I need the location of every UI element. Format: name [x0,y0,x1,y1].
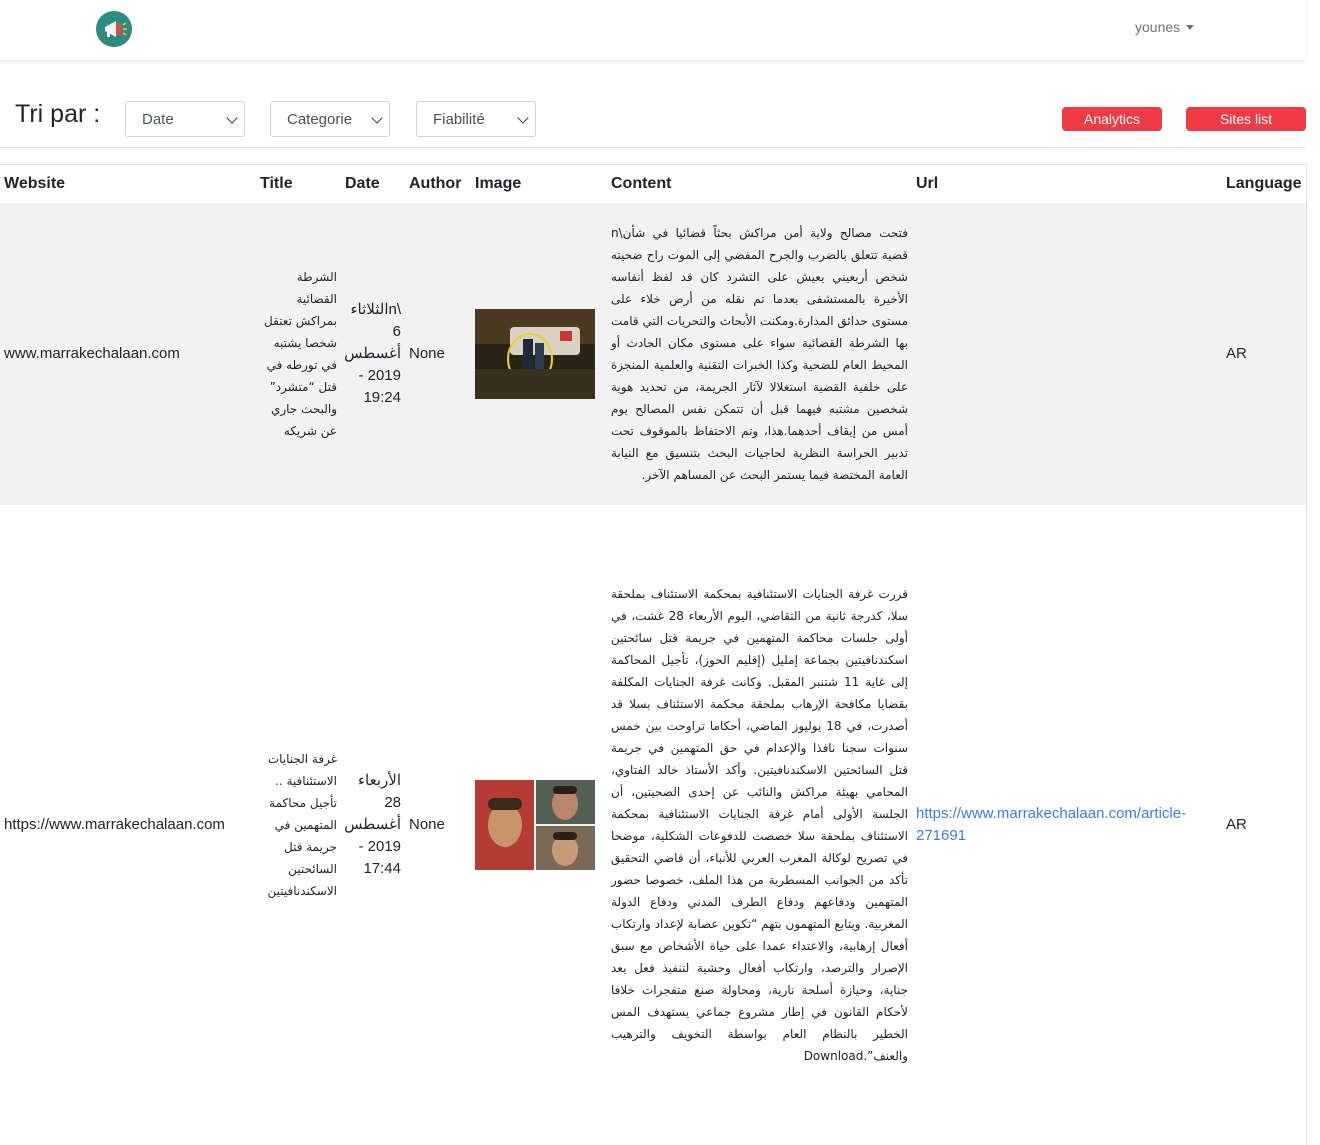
header-content[interactable]: Content [607,165,912,204]
header-title[interactable]: Title [256,165,341,204]
header-language[interactable]: Language [1222,165,1306,204]
suspects-collage-photo[interactable] [475,780,595,870]
cell-date: \nالثلاثاء 6 أغسطس 2019 - 19:24 [341,203,405,505]
sort-date-select[interactable]: Date [125,101,245,137]
table-row[interactable]: https://www.marrakechalaan.com غرفة الجن… [0,505,1306,1145]
sort-category-select[interactable]: Categorie [270,101,390,137]
table-header-row: Website Title Date Author Image Content … [0,165,1306,204]
divider [0,147,1306,148]
header-website[interactable]: Website [0,165,256,204]
chevron-down-icon [371,112,383,124]
cell-content: قررت غرفة الجنايات الاستئنافية بمحكمة ال… [611,587,908,1063]
cell-image [471,505,607,1145]
analytics-button[interactable]: Analytics [1062,107,1162,131]
sort-reliability-value: Fiabilité [433,111,485,128]
user-menu-dropdown[interactable]: younes [1135,19,1195,35]
sort-reliability-select[interactable]: Fiabilité [416,101,536,137]
articles-table: Website Title Date Author Image Content … [0,164,1307,1145]
cell-author: None [405,203,471,505]
sort-date-value: Date [142,111,174,128]
header-author[interactable]: Author [405,165,471,204]
megaphone-icon[interactable] [96,11,132,47]
cell-date: الأربعاء 28 أغسطس 2019 - 17:44 [344,772,401,877]
article-url-link[interactable]: https://www.marrakechalaan.com/article-2… [916,805,1186,844]
chevron-down-icon [226,112,238,124]
top-navbar: younes [0,0,1306,60]
night-crime-scene-photo[interactable] [475,309,595,399]
table-row[interactable]: www.marrakechalaan.com الشرطة القضائية ب… [0,203,1306,505]
chevron-down-icon [517,112,529,124]
caret-down-icon [1186,24,1195,30]
header-url[interactable]: Url [912,165,1222,204]
cell-title: الشرطة القضائية بمراكش تعتقل شخصا يشتبه … [256,203,341,505]
cell-language: AR [1222,203,1306,505]
header-image[interactable]: Image [471,165,607,204]
cell-title: غرفة الجنايات الاستئنافية .. تأجيل محاكم… [267,752,337,898]
cell-language: AR [1226,816,1247,833]
cell-author: None [409,816,445,833]
user-name: younes [1135,19,1181,35]
cell-website: https://www.marrakechalaan.com [4,816,225,833]
sort-label: Tri par : [15,100,101,128]
cell-url [912,203,1222,505]
cell-image [471,203,607,505]
sites-list-button[interactable]: Sites list [1186,107,1306,131]
header-date[interactable]: Date [341,165,405,204]
cell-content: فتحت مصالح ولاية أمن مراكش بحثاً قضائيا … [607,203,912,505]
sort-category-value: Categorie [287,111,353,128]
cell-url: https://www.marrakechalaan.com/article-2… [912,505,1222,1145]
cell-website: www.marrakechalaan.com [0,203,256,505]
